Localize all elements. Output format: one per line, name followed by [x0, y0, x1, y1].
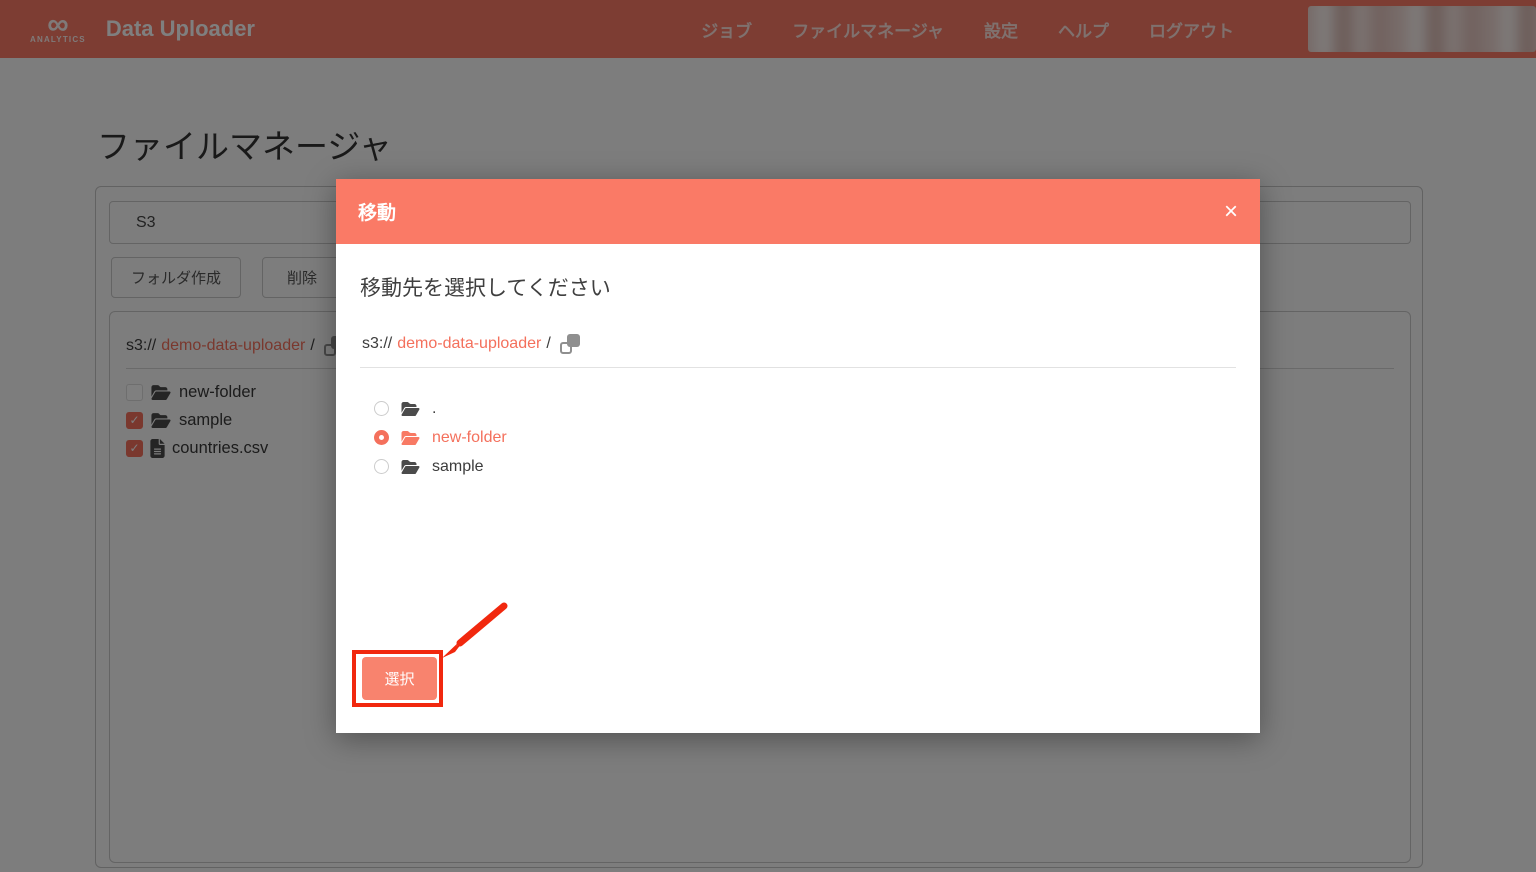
destination-prompt: 移動先を選択してください	[360, 272, 1236, 302]
option-label[interactable]: .	[432, 400, 436, 418]
radio-unselected[interactable]	[374, 459, 389, 474]
radio-selected[interactable]	[374, 430, 389, 445]
path-prefix: s3://	[362, 335, 392, 353]
select-button[interactable]: 選択	[362, 657, 437, 700]
close-icon[interactable]: ×	[1224, 200, 1238, 224]
option-label[interactable]: sample	[432, 458, 484, 476]
bucket-link[interactable]: demo-data-uploader	[397, 335, 541, 353]
option-new-folder[interactable]: new-folder	[374, 427, 1236, 448]
move-dialog: 移動 × 移動先を選択してください s3:// demo-data-uploade…	[336, 179, 1260, 733]
modal-breadcrumb: s3:// demo-data-uploader /	[362, 334, 1236, 354]
option-sample[interactable]: sample	[374, 456, 1236, 477]
move-dialog-header: 移動 ×	[336, 179, 1260, 244]
copy-icon-front	[567, 334, 580, 347]
folder-open-icon	[400, 459, 421, 475]
destination-options: . new-folder sample	[374, 398, 1236, 477]
folder-open-icon	[400, 430, 421, 446]
copy-path-icon[interactable]	[560, 334, 581, 354]
move-dialog-body: 移動先を選択してください s3:// demo-data-uploader / .	[336, 244, 1260, 733]
option-current-dir[interactable]: .	[374, 398, 1236, 419]
option-label[interactable]: new-folder	[432, 429, 507, 447]
move-dialog-title: 移動	[358, 198, 396, 225]
radio-unselected[interactable]	[374, 401, 389, 416]
path-suffix: /	[546, 335, 550, 353]
folder-open-icon	[400, 401, 421, 417]
divider	[360, 367, 1236, 368]
